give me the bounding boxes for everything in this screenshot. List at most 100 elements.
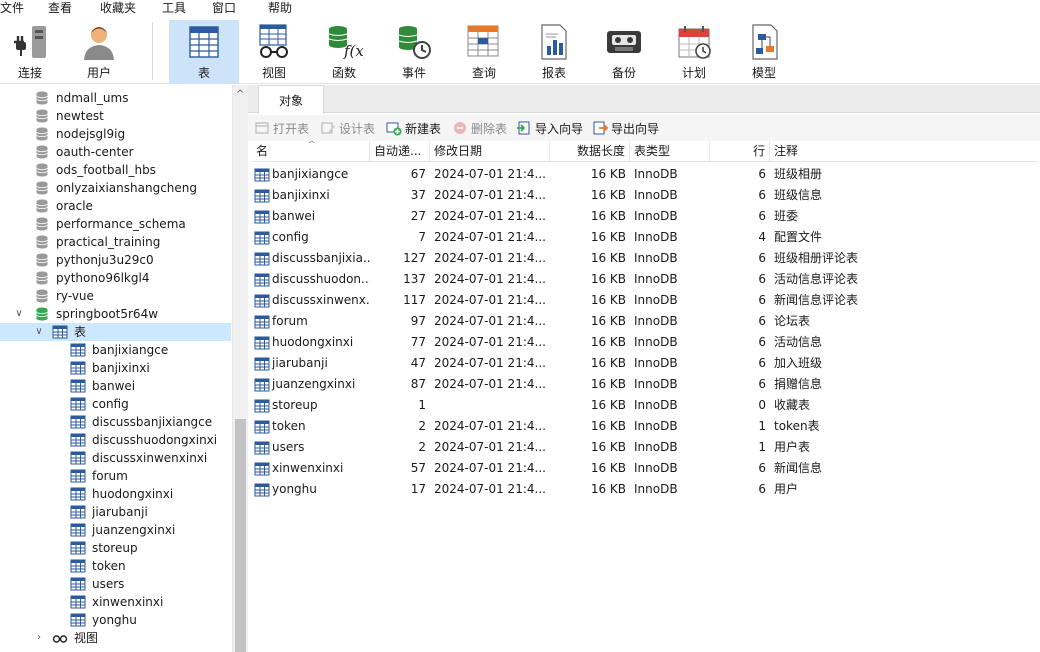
tree-table-item[interactable]: discussbanjixiangce	[0, 413, 231, 431]
column-header-modified[interactable]: 修改日期	[430, 141, 550, 162]
chevron-down-icon[interactable]: ∨	[34, 323, 44, 341]
cell-rows: 6	[758, 251, 766, 265]
sidebar-scrollbar-thumb[interactable]	[235, 419, 246, 652]
database-icon	[34, 234, 50, 250]
tree-database-item[interactable]: onlyzaixianshangcheng	[0, 179, 231, 197]
chevron-right-icon[interactable]: ›	[34, 629, 44, 647]
tree-table-item[interactable]: banjixiangce	[0, 341, 231, 359]
column-header-comment[interactable]: 注释	[770, 141, 1038, 162]
table-row[interactable]: discussbanjixia... 127 2024-07-01 21:4... 1…	[252, 248, 1038, 269]
table-icon	[254, 482, 270, 498]
tab-objects[interactable]: 对象	[258, 85, 324, 114]
tree-table-item[interactable]: users	[0, 575, 231, 593]
table-row[interactable]: forum 97 2024-07-01 21:4... 16 KB InnoDB 6 论坛表	[252, 311, 1038, 332]
cell-name: users	[252, 437, 370, 458]
table-row[interactable]: token 2 2024-07-01 21:4... 16 KB InnoDB 1 toke…	[252, 416, 1038, 437]
tree-views-node[interactable]: › 视图	[0, 629, 231, 647]
toolbar-button-query[interactable]: 查询	[449, 20, 519, 84]
new-table-button[interactable]: 新建表	[386, 119, 441, 137]
table-row[interactable]: huodongxinxi 77 2024-07-01 21:4... 16 KB Inn…	[252, 332, 1038, 353]
tree-table-item[interactable]: jiarubanji	[0, 503, 231, 521]
tree-database-item[interactable]: ndmall_ums	[0, 89, 231, 107]
import-wizard-button[interactable]: 导入向导	[516, 119, 583, 137]
toolbar-button-table[interactable]: 表	[169, 20, 239, 84]
tree-table-item[interactable]: xinwenxinxi	[0, 593, 231, 611]
table-row[interactable]: yonghu 17 2024-07-01 21:4... 16 KB InnoDB 6 用户	[252, 479, 1038, 500]
cell-name-text: xinwenxinxi	[272, 461, 344, 475]
cell-auto-inc: 97	[410, 314, 426, 328]
tree-database-item[interactable]: performance_schema	[0, 215, 231, 233]
table-icon	[70, 360, 86, 376]
tree-database-item[interactable]: oauth-center	[0, 143, 231, 161]
tree-table-item[interactable]: discussxinwenxinxi	[0, 449, 231, 467]
tree-tables-node[interactable]: ∨ 表	[0, 323, 231, 341]
menu-item-1[interactable]: 查看	[48, 0, 72, 16]
toolbar-button-report[interactable]: 报表	[519, 20, 589, 84]
connection-tree[interactable]: ndmall_umsnewtest nodejsgl9ig oauth-center…	[0, 85, 248, 652]
tree-table-item[interactable]: token	[0, 557, 231, 575]
tree-table-item[interactable]: forum	[0, 467, 231, 485]
toolbar-button-view-glasses[interactable]: 视图	[239, 20, 309, 84]
chevron-down-icon[interactable]: ∨	[14, 305, 24, 323]
column-header-table-type[interactable]: 表类型	[630, 141, 710, 162]
chevron-up-icon[interactable]: ^	[236, 89, 246, 101]
tree-item-label: practical_training	[56, 235, 161, 249]
delete-table-button[interactable]: 删除表	[452, 119, 507, 137]
tree-table-item[interactable]: banwei	[0, 377, 231, 395]
table-row[interactable]: banjixinxi 37 2024-07-01 21:4... 16 KB InnoD…	[252, 185, 1038, 206]
tree-table-item[interactable]: config	[0, 395, 231, 413]
column-header-auto-increment[interactable]: 自动递...	[370, 141, 430, 162]
toolbar-separator	[152, 22, 153, 80]
tree-database-item[interactable]: ∨ springboot5r64w	[0, 305, 231, 323]
design-table-button[interactable]: 设计表	[320, 119, 375, 137]
tree-database-item[interactable]: practical_training	[0, 233, 231, 251]
menu-item-0[interactable]: 文件	[0, 0, 24, 16]
table-row[interactable]: discussxinwenx... 117 2024-07-01 21:4... 16…	[252, 290, 1038, 311]
table-row[interactable]: users 2 2024-07-01 21:4... 16 KB InnoDB 1 用户表	[252, 437, 1038, 458]
tables-grid[interactable]: 名 ^ 自动递... 修改日期 数据长度 表类型 行 注释 banjixiang…	[252, 141, 1040, 652]
toolbar-button-plug[interactable]: 连接	[0, 20, 65, 84]
table-row[interactable]: banwei 27 2024-07-01 21:4... 16 KB InnoDB 6 班委	[252, 206, 1038, 227]
table-row[interactable]: juanzengxinxi 87 2024-07-01 21:4... 16 KB In…	[252, 374, 1038, 395]
cell-auto-inc: 57	[410, 461, 426, 475]
tree-database-item[interactable]: ry-vue	[0, 287, 231, 305]
sidebar-scrollbar[interactable]	[232, 85, 248, 652]
tree-table-item[interactable]: discusshuodongxinxi	[0, 431, 231, 449]
tree-database-item[interactable]: pythonju3u29c0	[0, 251, 231, 269]
table-row[interactable]: storeup 1 16 KB InnoDB 0 收藏表	[252, 395, 1038, 416]
menu-item-3[interactable]: 工具	[162, 0, 186, 16]
toolbar-button-event-clock[interactable]: 事件	[379, 20, 449, 84]
tree-database-item[interactable]: newtest	[0, 107, 231, 125]
cell-rows: 6	[758, 356, 766, 370]
tree-item-label: newtest	[56, 109, 104, 123]
toolbar-button-schedule-calendar[interactable]: 计划	[659, 20, 729, 84]
table-row[interactable]: jiarubanji 47 2024-07-01 21:4... 16 KB InnoD…	[252, 353, 1038, 374]
column-header-data-length[interactable]: 数据长度	[550, 141, 630, 162]
tree-table-item[interactable]: banjixinxi	[0, 359, 231, 377]
open-table-button[interactable]: 打开表	[254, 119, 309, 137]
tree-table-item[interactable]: yonghu	[0, 611, 231, 629]
tree-table-item[interactable]: juanzengxinxi	[0, 521, 231, 539]
tree-table-item[interactable]: storeup	[0, 539, 231, 557]
toolbar-button-model[interactable]: 模型	[729, 20, 799, 84]
toolbar-button-backup-tape[interactable]: 备份	[589, 20, 659, 84]
export-wizard-button[interactable]: 导出向导	[592, 119, 659, 137]
cell-name: yonghu	[252, 479, 370, 500]
tree-database-item[interactable]: pythono96lkgl4	[0, 269, 231, 287]
tree-database-item[interactable]: oracle	[0, 197, 231, 215]
tree-database-item[interactable]: nodejsgl9ig	[0, 125, 231, 143]
column-header-rows[interactable]: 行	[710, 141, 770, 162]
table-row[interactable]: xinwenxinxi 57 2024-07-01 21:4... 16 KB Inno…	[252, 458, 1038, 479]
table-row[interactable]: config 7 2024-07-01 21:4... 16 KB InnoDB 4 配置文…	[252, 227, 1038, 248]
table-row[interactable]: banjixiangce 67 2024-07-01 21:4... 16 KB Inn…	[252, 164, 1038, 185]
toolbar-button-function[interactable]: f(x) 函数	[309, 20, 379, 84]
menu-item-5[interactable]: 帮助	[268, 0, 292, 16]
cell-comment: 班级相册评论表	[774, 251, 859, 265]
tree-database-item[interactable]: ods_football_hbs	[0, 161, 231, 179]
toolbar-button-user[interactable]: 用户	[64, 20, 134, 84]
column-header-name[interactable]: 名 ^	[252, 141, 370, 162]
menu-item-4[interactable]: 窗口	[212, 0, 236, 16]
tree-table-item[interactable]: huodongxinxi	[0, 485, 231, 503]
menu-item-2[interactable]: 收藏夹	[100, 0, 136, 16]
table-row[interactable]: discusshuodon... 137 2024-07-01 21:4... 16 …	[252, 269, 1038, 290]
